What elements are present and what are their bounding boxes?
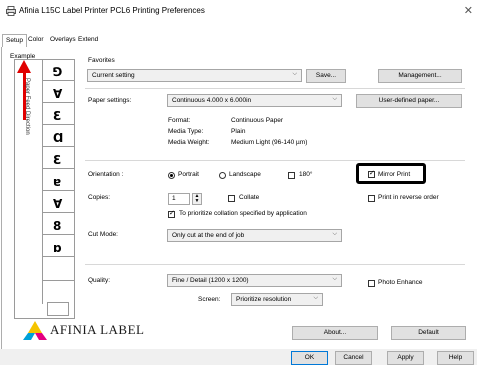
preview-glyph: ɒ <box>53 241 62 255</box>
window-title: Afinia L15C Label Printer PCL6 Printing … <box>19 6 205 15</box>
chevron-down-icon: ⌵ <box>332 276 337 282</box>
media-type-value: Plain <box>231 128 246 135</box>
tab-extend[interactable]: Extend <box>75 34 101 45</box>
copies-stepper[interactable]: ▲ ▼ <box>192 193 202 205</box>
chevron-down-icon: ⌵ <box>332 96 337 102</box>
label-divider <box>42 80 75 81</box>
title-bar: Afinia L15C Label Printer PCL6 Printing … <box>0 0 477 22</box>
label-divider <box>42 280 75 281</box>
apply-button[interactable]: Apply <box>387 351 424 365</box>
copies-label: Copies: <box>88 194 111 201</box>
cut-mode-label: Cut Mode: <box>88 231 118 238</box>
preview-glyph: Ɛ <box>53 153 62 167</box>
screen-label: Screen: <box>198 296 221 303</box>
feed-direction-text: Paper Feed Direction <box>15 60 41 180</box>
label-divider <box>42 102 75 103</box>
favorites-select[interactable]: Current setting ⌵ <box>87 69 302 82</box>
format-label: Format: <box>168 117 191 124</box>
collate-checkbox[interactable] <box>228 195 235 202</box>
paper-size-value: Continuous 4.000 x 6.000in <box>172 97 252 104</box>
quality-label: Quality: <box>88 277 111 284</box>
format-value: Continuous Paper <box>231 117 284 124</box>
paper-settings-label: Paper settings: <box>88 97 132 104</box>
quality-select[interactable]: Fine / Detail (1200 x 1200) ⌵ <box>167 274 342 287</box>
user-defined-paper-button[interactable]: User-defined paper... <box>356 94 462 108</box>
reverse-order-checkbox[interactable] <box>368 195 375 202</box>
rotate-180-checkbox[interactable] <box>288 172 295 179</box>
save-button[interactable]: Save... <box>306 69 346 83</box>
preview-glyph: Ɑ <box>53 131 64 145</box>
printer-icon <box>6 6 16 16</box>
divider <box>85 88 465 89</box>
ok-button[interactable]: OK <box>291 351 328 365</box>
chevron-down-icon: ⌵ <box>292 71 297 77</box>
paper-size-select[interactable]: Continuous 4.000 x 6.000in ⌵ <box>167 94 342 107</box>
close-icon[interactable]: ✕ <box>464 4 473 17</box>
label-divider <box>42 234 75 235</box>
label-divider <box>42 190 75 191</box>
portrait-radio[interactable] <box>168 172 175 179</box>
about-button[interactable]: About... <box>292 326 378 340</box>
chevron-down-icon: ⌵ <box>313 295 318 301</box>
favorites-value: Current setting <box>92 72 135 79</box>
landscape-radio[interactable] <box>219 172 226 179</box>
landscape-label: Landscape <box>229 171 261 178</box>
cancel-button[interactable]: Cancel <box>335 351 372 365</box>
cut-mode-select[interactable]: Only cut at the end of job ⌵ <box>167 229 342 242</box>
management-button[interactable]: Management... <box>378 69 462 83</box>
screen-value: Prioritize resolution <box>236 296 292 303</box>
tab-bar: Setup Color Overlays Extend <box>0 34 477 48</box>
screen-select[interactable]: Prioritize resolution ⌵ <box>231 293 323 306</box>
portrait-label: Portrait <box>178 171 199 178</box>
divider <box>85 264 465 265</box>
preview-glyph: Ɛ <box>53 109 62 123</box>
tab-setup[interactable]: Setup <box>2 34 27 47</box>
preview-glyph: Ɐ <box>53 197 63 211</box>
divider <box>85 160 465 161</box>
feed-direction-label: Paper Feed Direction <box>24 78 30 135</box>
mirror-print-highlight <box>356 163 426 184</box>
preview-bottom-box <box>47 302 69 316</box>
preview-glyph: Ɐ <box>53 87 63 101</box>
preview-glyph: ⅁ <box>53 65 63 79</box>
photo-enhance-label: Photo Enhance <box>378 279 423 286</box>
label-divider <box>42 256 75 257</box>
afinia-logo-icon <box>23 321 47 340</box>
media-type-label: Media Type: <box>168 128 204 135</box>
copies-input[interactable]: 1 <box>168 193 190 205</box>
brand-name: AFINIA LABEL <box>50 322 145 337</box>
photo-enhance-checkbox[interactable] <box>368 280 375 287</box>
tab-overlays[interactable]: Overlays <box>47 34 79 45</box>
preview-glyph: ɐ <box>53 175 62 189</box>
label-divider <box>42 212 75 213</box>
cut-mode-value: Only cut at the end of job <box>172 232 245 239</box>
reverse-order-label: Print in reverse order <box>378 194 439 201</box>
help-button[interactable]: Help <box>437 351 474 365</box>
chevron-down-icon: ⌵ <box>332 231 337 237</box>
label-divider <box>42 124 75 125</box>
rotate-180-label: 180° <box>299 171 313 178</box>
preview-glyph: 8 <box>53 219 62 233</box>
quality-value: Fine / Detail (1200 x 1200) <box>172 277 249 284</box>
prioritize-collation-label: To prioritize collation specified by app… <box>179 210 307 217</box>
favorites-label: Favorites <box>88 57 115 64</box>
afinia-logo: AFINIA LABEL <box>22 320 152 340</box>
default-button[interactable]: Default <box>391 326 466 340</box>
collate-label: Collate <box>239 194 260 201</box>
label-divider <box>42 146 75 147</box>
media-weight-label: Media Weight: <box>168 139 210 146</box>
label-divider <box>42 168 75 169</box>
media-weight-value: Medium Light (96-140 µm) <box>231 139 308 146</box>
tab-color[interactable]: Color <box>25 34 47 45</box>
orientation-label: Orientation : <box>88 171 124 178</box>
prioritize-collation-checkbox[interactable] <box>168 209 175 218</box>
